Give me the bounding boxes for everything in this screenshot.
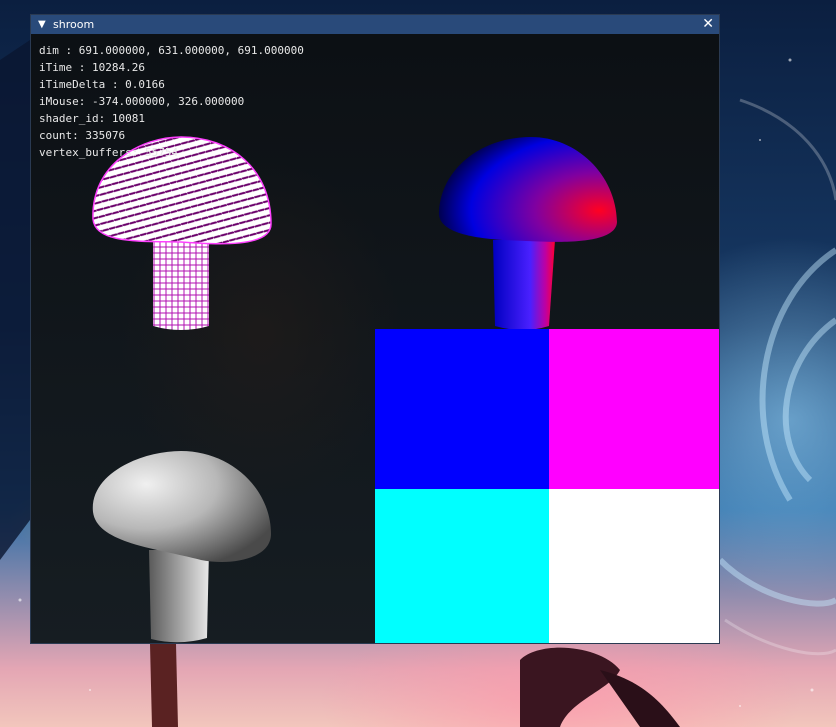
wireframe-mushroom: [92, 136, 272, 330]
stat-dim: dim : 691.000000, 631.000000, 691.000000: [39, 44, 304, 57]
window-title: shroom: [53, 18, 95, 31]
stat-imouse: iMouse: -374.000000, 326.000000: [39, 95, 245, 108]
stat-itime-delta: iTimeDelta : 0.0166: [39, 78, 165, 91]
window-titlebar[interactable]: ▼ shroom ✕: [31, 15, 719, 34]
stat-shader-id: shader_id: 10081: [39, 112, 145, 125]
normals-mushroom: [438, 137, 617, 330]
shader-viewport[interactable]: dim : 691.000000, 631.000000, 691.000000…: [31, 34, 719, 643]
quad-bottom-left: [375, 489, 549, 643]
quad-top-right: [549, 329, 719, 489]
stat-itime: iTime : 10284.26: [39, 61, 145, 74]
close-icon[interactable]: ✕: [702, 15, 714, 34]
shroom-window[interactable]: ▼ shroom ✕ dim: 691.000000, 631.000000,…: [30, 14, 720, 644]
stat-count: count: 335076: [39, 129, 126, 142]
shaded-mushroom: [92, 451, 271, 643]
quad-bottom-right: [549, 489, 719, 643]
stat-vertex-buffers: vertex_buffers: 55754: [39, 146, 179, 159]
quad-top-left: [375, 329, 549, 489]
collapse-triangle-icon[interactable]: ▼: [38, 15, 46, 34]
stats-overlay: dim : 691.000000, 631.000000, 691.000000…: [39, 42, 304, 161]
